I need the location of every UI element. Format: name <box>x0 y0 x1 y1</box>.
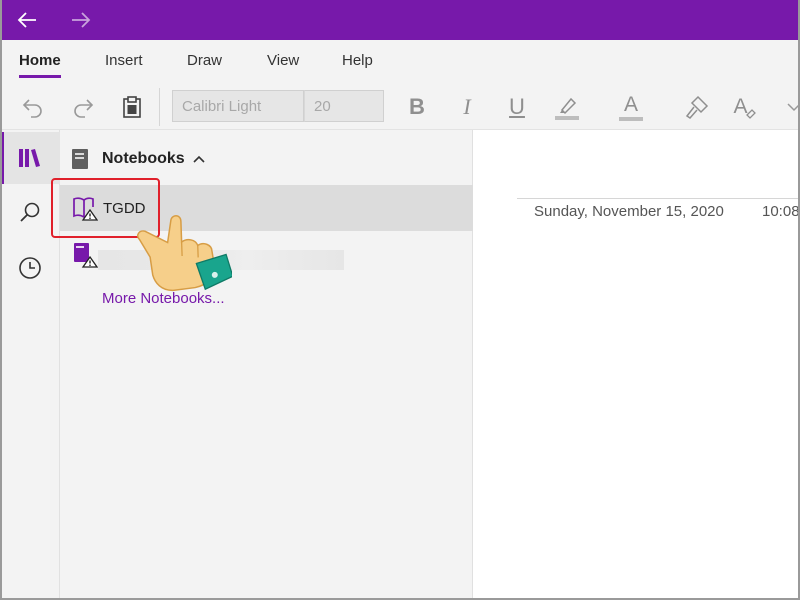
rail-notebooks[interactable] <box>0 132 60 184</box>
search-icon <box>20 202 40 222</box>
pointing-hand-icon <box>137 215 232 292</box>
tab-home[interactable]: Home <box>19 52 61 78</box>
format-painter-button[interactable] <box>682 92 712 122</box>
font-color-letter: A <box>623 92 638 116</box>
notebook-icon <box>72 149 88 169</box>
rail-recent[interactable] <box>0 242 60 294</box>
notebook-item-blurred[interactable] <box>60 232 473 278</box>
back-button[interactable] <box>12 6 42 34</box>
page-time: 10:08 <box>762 203 800 220</box>
underline-button[interactable]: U <box>504 92 530 122</box>
arrow-left-icon <box>17 12 36 28</box>
font-name-field[interactable]: Calibri Light <box>172 90 304 122</box>
title-bar <box>0 0 800 40</box>
toolbar-divider <box>159 88 160 126</box>
undo-button[interactable] <box>18 92 48 122</box>
clear-formatting-icon <box>745 109 756 119</box>
recent-clock-icon <box>19 257 41 279</box>
notebooks-header[interactable]: Notebooks <box>70 146 205 172</box>
redo-button[interactable] <box>68 92 98 122</box>
page-title-underline <box>517 198 800 199</box>
italic-button[interactable]: I <box>454 92 480 122</box>
notebooks-icon <box>19 149 40 167</box>
page-canvas[interactable]: Sunday, November 15, 2020 10:08 <box>473 130 800 600</box>
redo-icon <box>74 99 94 118</box>
paste-button[interactable] <box>117 92 147 122</box>
ribbon-tabs: Home Insert Draw View Help <box>0 40 800 84</box>
arrow-right-icon <box>72 12 91 28</box>
clear-formatting-button[interactable]: A <box>730 92 760 122</box>
highlight-button[interactable] <box>552 92 582 122</box>
tab-draw[interactable]: Draw <box>187 52 222 78</box>
tab-insert[interactable]: Insert <box>105 52 143 78</box>
clipboard-icon <box>123 96 141 118</box>
bold-button[interactable]: B <box>404 92 430 122</box>
chevron-up-icon <box>193 155 205 163</box>
format-painter-icon <box>685 95 709 119</box>
forward-button[interactable] <box>66 6 96 34</box>
notebook-warning-icon <box>74 243 98 268</box>
font-size-field[interactable]: 20 <box>304 90 384 122</box>
notebooks-title: Notebooks <box>102 150 185 167</box>
tab-view[interactable]: View <box>267 52 299 78</box>
chevron-down-icon <box>787 103 800 112</box>
toolbar: Calibri Light 20 B I U A A <box>0 84 800 130</box>
font-color-button[interactable]: A <box>616 92 646 122</box>
page-date: Sunday, November 15, 2020 <box>534 203 724 220</box>
tab-help[interactable]: Help <box>342 52 373 78</box>
highlighter-icon <box>555 97 579 120</box>
toolbar-overflow-chevron[interactable] <box>784 92 800 122</box>
font-color-swatch <box>619 116 643 121</box>
undo-icon <box>22 99 42 118</box>
